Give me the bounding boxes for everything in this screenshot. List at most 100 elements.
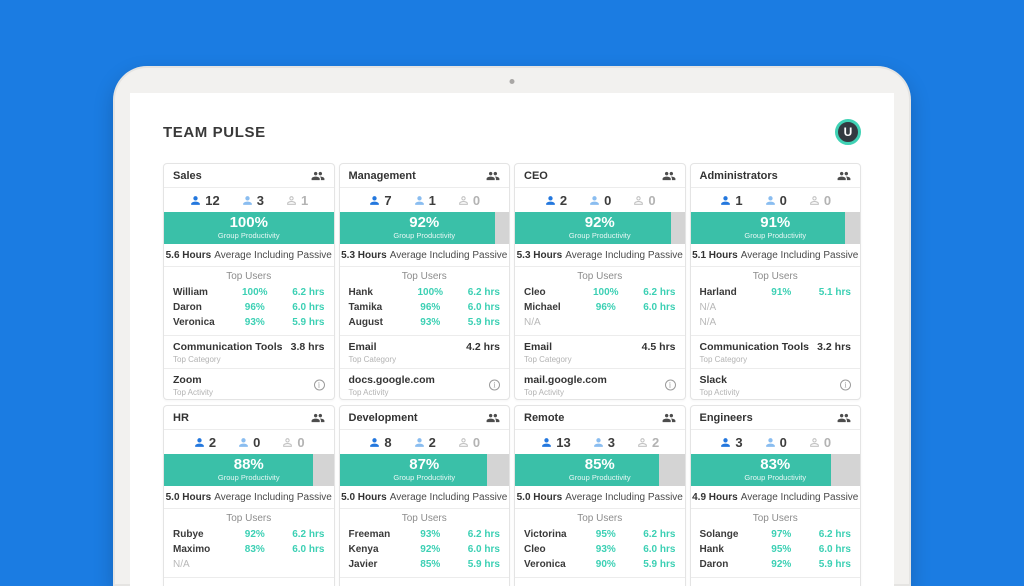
productivity-bar: 83% Group Productivity (691, 454, 861, 486)
group-icon (486, 411, 500, 425)
top-activity-name: Slack (700, 374, 727, 386)
top-user-name: Daron (173, 300, 234, 315)
top-user-hours: 6.2 hrs (452, 285, 500, 300)
top-category-name: Communication Tools (700, 341, 809, 353)
team-card: Administrators 1 0 0 91% Group Pro (690, 163, 862, 400)
top-category-section: Communication Tools 3.2 hrs Top Category (691, 336, 861, 369)
top-user-row: Hank 100% 6.2 hrs (349, 285, 501, 300)
team-card: HR 2 0 0 88% Group Productivity (163, 405, 335, 586)
offline-users-count: 0 (632, 193, 655, 208)
top-user-percent: 100% (409, 285, 451, 300)
top-users-section: Top Users Victorina 95% 6.2 hrs Cleo 93%… (515, 509, 685, 578)
productivity-percent: 83% (691, 456, 861, 473)
active-user-icon (189, 194, 202, 207)
offline-user-icon (632, 194, 645, 207)
top-users-section: Top Users Freeman 93% 6.2 hrs Kenya 92% … (340, 509, 510, 578)
card-header: CEO (515, 164, 685, 188)
top-user-percent: 96% (409, 300, 451, 315)
productivity-percent: 88% (164, 456, 334, 473)
top-users-section: Top Users William 100% 6.2 hrs Daron 96%… (164, 267, 334, 336)
info-icon[interactable]: i (489, 380, 500, 391)
average-hours: 5.3 Hours Average Including Passive (340, 244, 510, 267)
top-user-row: Veronica 90% 5.9 hrs (524, 557, 676, 572)
average-hours-suffix: Average Including Passive (741, 492, 859, 503)
active-users-count: 8 (368, 435, 391, 450)
top-user-row: William 100% 6.2 hrs (173, 285, 325, 300)
top-user-percent: 91% (760, 285, 802, 300)
average-hours-value: 4.9 Hours (692, 492, 738, 503)
top-user-percent: 100% (585, 285, 627, 300)
top-user-percent: 92% (234, 527, 276, 542)
user-avatar[interactable]: U (835, 119, 861, 145)
active-user-icon (719, 436, 732, 449)
average-hours: 5.3 Hours Average Including Passive (515, 244, 685, 267)
top-user-hours (803, 300, 851, 315)
screen: TEAM PULSE U Sales 12 3 1 (130, 93, 894, 586)
top-user-hours: 6.2 hrs (276, 285, 324, 300)
productivity-percent: 91% (691, 214, 861, 231)
average-hours-value: 5.0 Hours (166, 492, 212, 503)
top-activity-section: Zoom Top Activity i (164, 369, 334, 400)
info-icon[interactable]: i (665, 380, 676, 391)
group-icon (311, 411, 325, 425)
active-user-icon (368, 194, 381, 207)
group-icon (662, 169, 676, 183)
top-user-row: Cleo 93% 6.0 hrs (524, 542, 676, 557)
info-icon[interactable]: i (840, 380, 851, 391)
info-icon[interactable]: i (314, 380, 325, 391)
top-user-percent: 97% (760, 527, 802, 542)
top-user-percent: 90% (585, 557, 627, 572)
top-user-row: Solange 97% 6.2 hrs (700, 527, 852, 542)
top-user-hours: 6.0 hrs (276, 300, 324, 315)
top-user-row: N/A (524, 315, 676, 330)
team-name: Remote (524, 412, 564, 424)
productivity-bar: 100% Group Productivity (164, 212, 334, 244)
offline-users-count: 1 (285, 193, 308, 208)
laptop-frame: TEAM PULSE U Sales 12 3 1 (113, 66, 911, 586)
idle-user-icon (413, 194, 426, 207)
top-user-hours: 6.2 hrs (627, 285, 675, 300)
user-counts: 2 0 0 (515, 188, 685, 212)
idle-user-icon (237, 436, 250, 449)
cards-grid: Sales 12 3 1 100% Group Productivi (163, 163, 861, 586)
top-activity-label: Top Activity (700, 388, 852, 397)
productivity-label: Group Productivity (164, 231, 334, 240)
top-activity-name: Zoom (173, 374, 202, 386)
top-user-percent (234, 557, 276, 572)
top-user-name: Rubye (173, 527, 234, 542)
top-users-title: Top Users (700, 511, 852, 527)
top-activity-section: Slack Top Activity i (691, 369, 861, 400)
top-user-hours: 5.9 hrs (803, 557, 851, 572)
average-hours-value: 5.6 Hours (166, 250, 212, 261)
productivity-bar: 92% Group Productivity (515, 212, 685, 244)
top-category-label: Top Category (349, 355, 501, 364)
camera-dot (510, 79, 515, 84)
top-user-percent: 92% (760, 557, 802, 572)
offline-users-count: 0 (808, 193, 831, 208)
top-user-name: Tamika (349, 300, 410, 315)
average-hours-value: 5.1 Hours (692, 250, 738, 261)
top-users-section: Top Users Rubye 92% 6.2 hrs Maximo 83% 6… (164, 509, 334, 578)
user-counts: 1 0 0 (691, 188, 861, 212)
top-category-name: Email (349, 341, 377, 353)
offline-user-icon (636, 436, 649, 449)
top-user-name: Hank (700, 542, 761, 557)
active-users-count: 7 (368, 193, 391, 208)
team-name: HR (173, 412, 189, 424)
top-category-hours: 4.2 hrs (466, 341, 500, 353)
top-user-hours: 5.9 hrs (452, 315, 500, 330)
productivity-bar-text: 83% Group Productivity (691, 454, 861, 482)
top-user-row: N/A (173, 557, 325, 572)
top-user-row: Harland 91% 5.1 hrs (700, 285, 852, 300)
top-user-hours (627, 315, 675, 330)
offline-users-count: 0 (457, 435, 480, 450)
top-user-row: Tamika 96% 6.0 hrs (349, 300, 501, 315)
average-hours: 5.1 Hours Average Including Passive (691, 244, 861, 267)
productivity-bar: 91% Group Productivity (691, 212, 861, 244)
top-user-hours: 6.0 hrs (452, 542, 500, 557)
idle-user-icon (592, 436, 605, 449)
top-category-section: Email 4.2 hrs Top Category (340, 336, 510, 369)
top-category-name: Email (524, 341, 552, 353)
productivity-bar-text: 91% Group Productivity (691, 212, 861, 240)
top-user-name: N/A (700, 300, 761, 315)
